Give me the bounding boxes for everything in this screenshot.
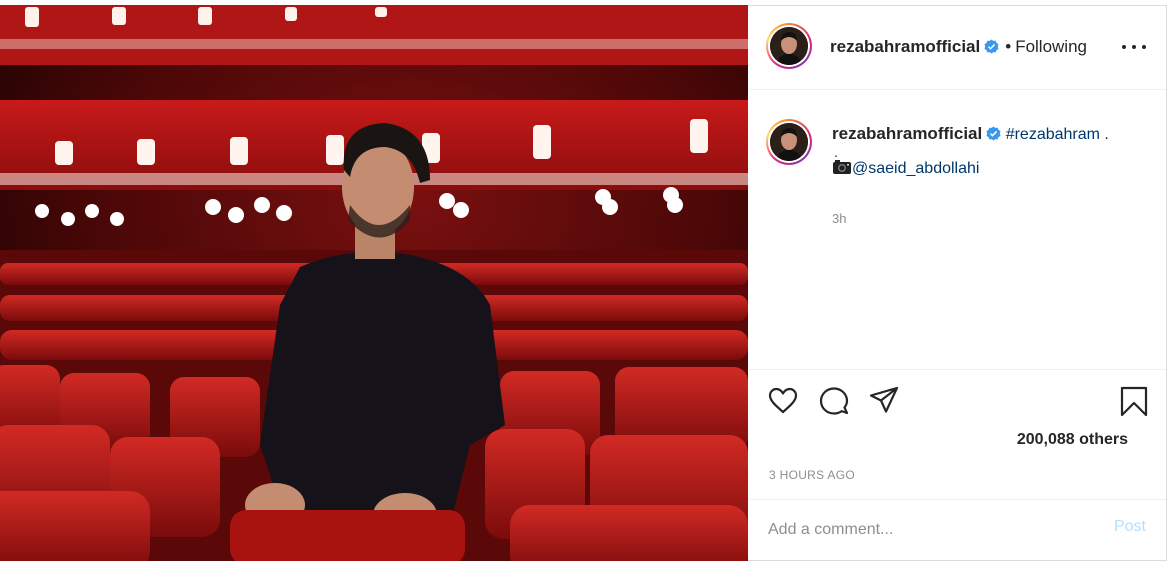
post-comment-button[interactable]: Post <box>1114 518 1146 536</box>
camera-icon <box>833 160 851 174</box>
caption-line-dot: . <box>834 144 838 160</box>
comment-input[interactable] <box>768 518 1088 542</box>
mention-link[interactable]: @saeid_abdollahi <box>852 160 979 177</box>
avatar-image <box>770 27 808 65</box>
avatar[interactable] <box>766 23 812 69</box>
caption-avatar-image <box>770 123 808 161</box>
caption-avatar[interactable] <box>766 119 812 165</box>
verified-badge-icon <box>986 126 1001 141</box>
following-button[interactable]: Following <box>1015 37 1087 56</box>
separator-dot: • <box>1005 37 1012 56</box>
caption-trailing: . <box>1099 126 1109 143</box>
caption-text: rezabahramofficial #rezabahram . . @saei… <box>832 123 1152 180</box>
post-timestamp: 3 HOURS AGO <box>769 468 855 482</box>
theater-photo <box>0 5 748 561</box>
more-options-icon[interactable] <box>1122 40 1146 54</box>
caption-username[interactable]: rezabahramofficial <box>832 124 982 143</box>
comment-bubble-icon[interactable] <box>818 385 850 417</box>
caption-section: rezabahramofficial #rezabahram . . @saei… <box>749 90 1166 370</box>
post-photo[interactable] <box>0 5 748 561</box>
hashtag-link[interactable]: #rezabahram <box>1006 126 1100 143</box>
bookmark-icon[interactable] <box>1118 385 1150 417</box>
caption-time: 3h <box>832 211 847 226</box>
header-username[interactable]: rezabahramofficial <box>830 37 980 56</box>
likes-count[interactable]: 200,088 others <box>1017 431 1128 449</box>
post-details-panel: rezabahramofficial • Following rezabahramo… <box>749 6 1166 560</box>
post-header: rezabahramofficial • Following <box>749 6 1166 90</box>
comment-bar: Post <box>749 499 1166 560</box>
paper-plane-icon[interactable] <box>868 385 900 417</box>
header-user-line: rezabahramofficial • Following <box>830 37 1087 57</box>
verified-badge-icon <box>984 39 999 54</box>
heart-icon[interactable] <box>767 385 799 417</box>
